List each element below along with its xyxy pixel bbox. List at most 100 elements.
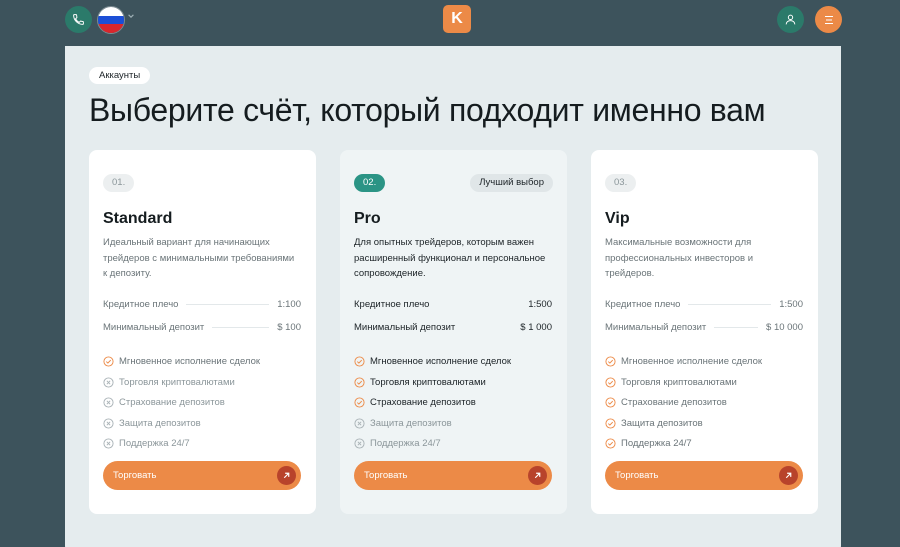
spec-divider xyxy=(714,326,759,328)
language-selector[interactable] xyxy=(97,6,125,34)
feature-label: Страхование депозитов xyxy=(370,396,476,408)
spec-label: Минимальный депозит xyxy=(605,321,707,333)
spec-divider xyxy=(463,327,512,328)
cross-circle-icon xyxy=(103,437,114,449)
feature-item: Мгновенное исполнение сделок xyxy=(605,354,762,368)
arrow-up-right-icon xyxy=(528,466,547,485)
check-circle-icon xyxy=(605,355,616,367)
cross-circle-icon xyxy=(103,396,114,408)
spec-divider xyxy=(437,304,520,305)
spec-value: 1:500 xyxy=(779,298,803,310)
card-description: Идеальный вариант для начинающих трейдер… xyxy=(103,237,295,279)
feature-label: Защита депозитов xyxy=(621,417,703,429)
feature-label: Торговля криптовалютами xyxy=(370,376,486,388)
spec-value: 1:100 xyxy=(277,298,301,310)
spec-label: Кредитное плечо xyxy=(354,298,430,310)
cross-circle-icon xyxy=(354,437,365,449)
trade-button-label: Торговать xyxy=(364,470,408,481)
spec-divider xyxy=(688,303,772,305)
breadcrumb[interactable]: Аккаунты xyxy=(89,67,151,84)
check-circle-icon xyxy=(354,376,365,388)
card-description: Максимальные возможности для профессиона… xyxy=(605,237,754,279)
feature-item: Поддержка 24/7 xyxy=(605,436,692,450)
card-title: Vip xyxy=(605,210,630,227)
logo[interactable]: K xyxy=(443,5,471,33)
check-circle-icon xyxy=(354,396,365,408)
feature-item: Мгновенное исполнение сделок xyxy=(354,354,511,368)
cross-circle-icon xyxy=(103,376,114,388)
feature-item: Торговля криптовалютами xyxy=(103,375,235,389)
check-circle-icon xyxy=(103,355,114,367)
check-circle-icon xyxy=(605,396,616,408)
card-number: 03. xyxy=(605,174,637,192)
spec-row: Кредитное плечо 1:500 xyxy=(354,297,552,311)
spec-row: Минимальный депозит $ 1 000 xyxy=(354,320,552,334)
feature-item: Защита депозитов xyxy=(103,416,201,430)
feature-label: Поддержка 24/7 xyxy=(119,437,190,449)
arrow-up-right-icon xyxy=(779,466,798,485)
feature-item: Поддержка 24/7 xyxy=(354,436,441,450)
best-choice-badge: Лучший выбор xyxy=(470,174,553,192)
logo-letter: K xyxy=(451,10,463,27)
accounts-section: Аккаунты Выберите счёт, который подходит… xyxy=(65,46,841,547)
trade-button[interactable]: Торговать xyxy=(605,461,803,490)
feature-label: Поддержка 24/7 xyxy=(621,437,692,449)
spec-label: Минимальный депозит xyxy=(354,321,456,333)
user-icon xyxy=(785,14,796,25)
spec-row: Кредитное плечо 1:500 xyxy=(605,297,803,311)
feature-label: Торговля криптовалютами xyxy=(621,376,737,388)
russia-flag-icon xyxy=(98,7,124,33)
account-card-vip: 03. Vip Максимальные возможности для профе… xyxy=(591,150,818,514)
spec-value: $ 100 xyxy=(277,321,301,333)
card-number: 02. xyxy=(354,174,386,192)
top-bar: K xyxy=(0,0,900,46)
spec-value: $ 10 000 xyxy=(766,321,803,333)
menu-icon xyxy=(824,15,833,24)
feature-item: Поддержка 24/7 xyxy=(103,436,190,450)
spec-label: Кредитное плечо xyxy=(103,298,179,310)
trade-button[interactable]: Торговать xyxy=(103,461,301,490)
feature-item: Мгновенное исполнение сделок xyxy=(103,354,260,368)
check-circle-icon xyxy=(354,355,365,367)
spec-value: 1:500 xyxy=(528,298,552,310)
check-circle-icon xyxy=(605,417,616,429)
account-card-standard: 01. Standard Идеальный вариант для начинаю… xyxy=(89,150,316,514)
cross-circle-icon xyxy=(354,417,365,429)
spec-row: Минимальный депозит $ 10 000 xyxy=(605,320,803,334)
spec-value: $ 1 000 xyxy=(520,321,552,333)
trade-button[interactable]: Торговать xyxy=(354,461,552,490)
card-number: 01. xyxy=(103,174,135,192)
feature-label: Мгновенное исполнение сделок xyxy=(621,355,763,367)
spec-divider xyxy=(212,326,270,328)
feature-item: Страхование депозитов xyxy=(103,395,225,409)
phone-button[interactable] xyxy=(65,6,92,33)
spec-row: Минимальный депозит $ 100 xyxy=(103,320,301,334)
feature-item: Страхование депозитов xyxy=(354,395,476,409)
page-title: Выберите счёт, который подходит именно в… xyxy=(89,92,766,128)
chevron-down-icon[interactable] xyxy=(127,12,135,20)
card-description: Для опытных трейдеров, которым важен рас… xyxy=(354,237,546,279)
trade-button-label: Торговать xyxy=(615,470,659,481)
feature-item: Торговля криптовалютами xyxy=(354,375,486,389)
feature-label: Страхование депозитов xyxy=(621,396,727,408)
spec-label: Кредитное плечо xyxy=(605,298,681,310)
check-circle-icon xyxy=(605,437,616,449)
user-account-button[interactable] xyxy=(777,6,804,33)
arrow-up-right-icon xyxy=(277,466,296,485)
menu-button[interactable] xyxy=(815,6,842,33)
feature-label: Торговля криптовалютами xyxy=(119,376,235,388)
feature-item: Защита депозитов xyxy=(605,416,703,430)
feature-item: Защита депозитов xyxy=(354,416,452,430)
card-title: Standard xyxy=(103,210,173,227)
feature-label: Мгновенное исполнение сделок xyxy=(370,355,512,367)
cross-circle-icon xyxy=(103,417,114,429)
feature-item: Торговля криптовалютами xyxy=(605,375,737,389)
spec-divider xyxy=(186,303,270,305)
feature-label: Защита депозитов xyxy=(370,417,452,429)
spec-label: Минимальный депозит xyxy=(103,321,205,333)
feature-label: Защита депозитов xyxy=(119,417,201,429)
trade-button-label: Торговать xyxy=(113,470,157,481)
phone-icon xyxy=(73,14,84,25)
feature-item: Страхование депозитов xyxy=(605,395,727,409)
feature-label: Поддержка 24/7 xyxy=(370,437,441,449)
